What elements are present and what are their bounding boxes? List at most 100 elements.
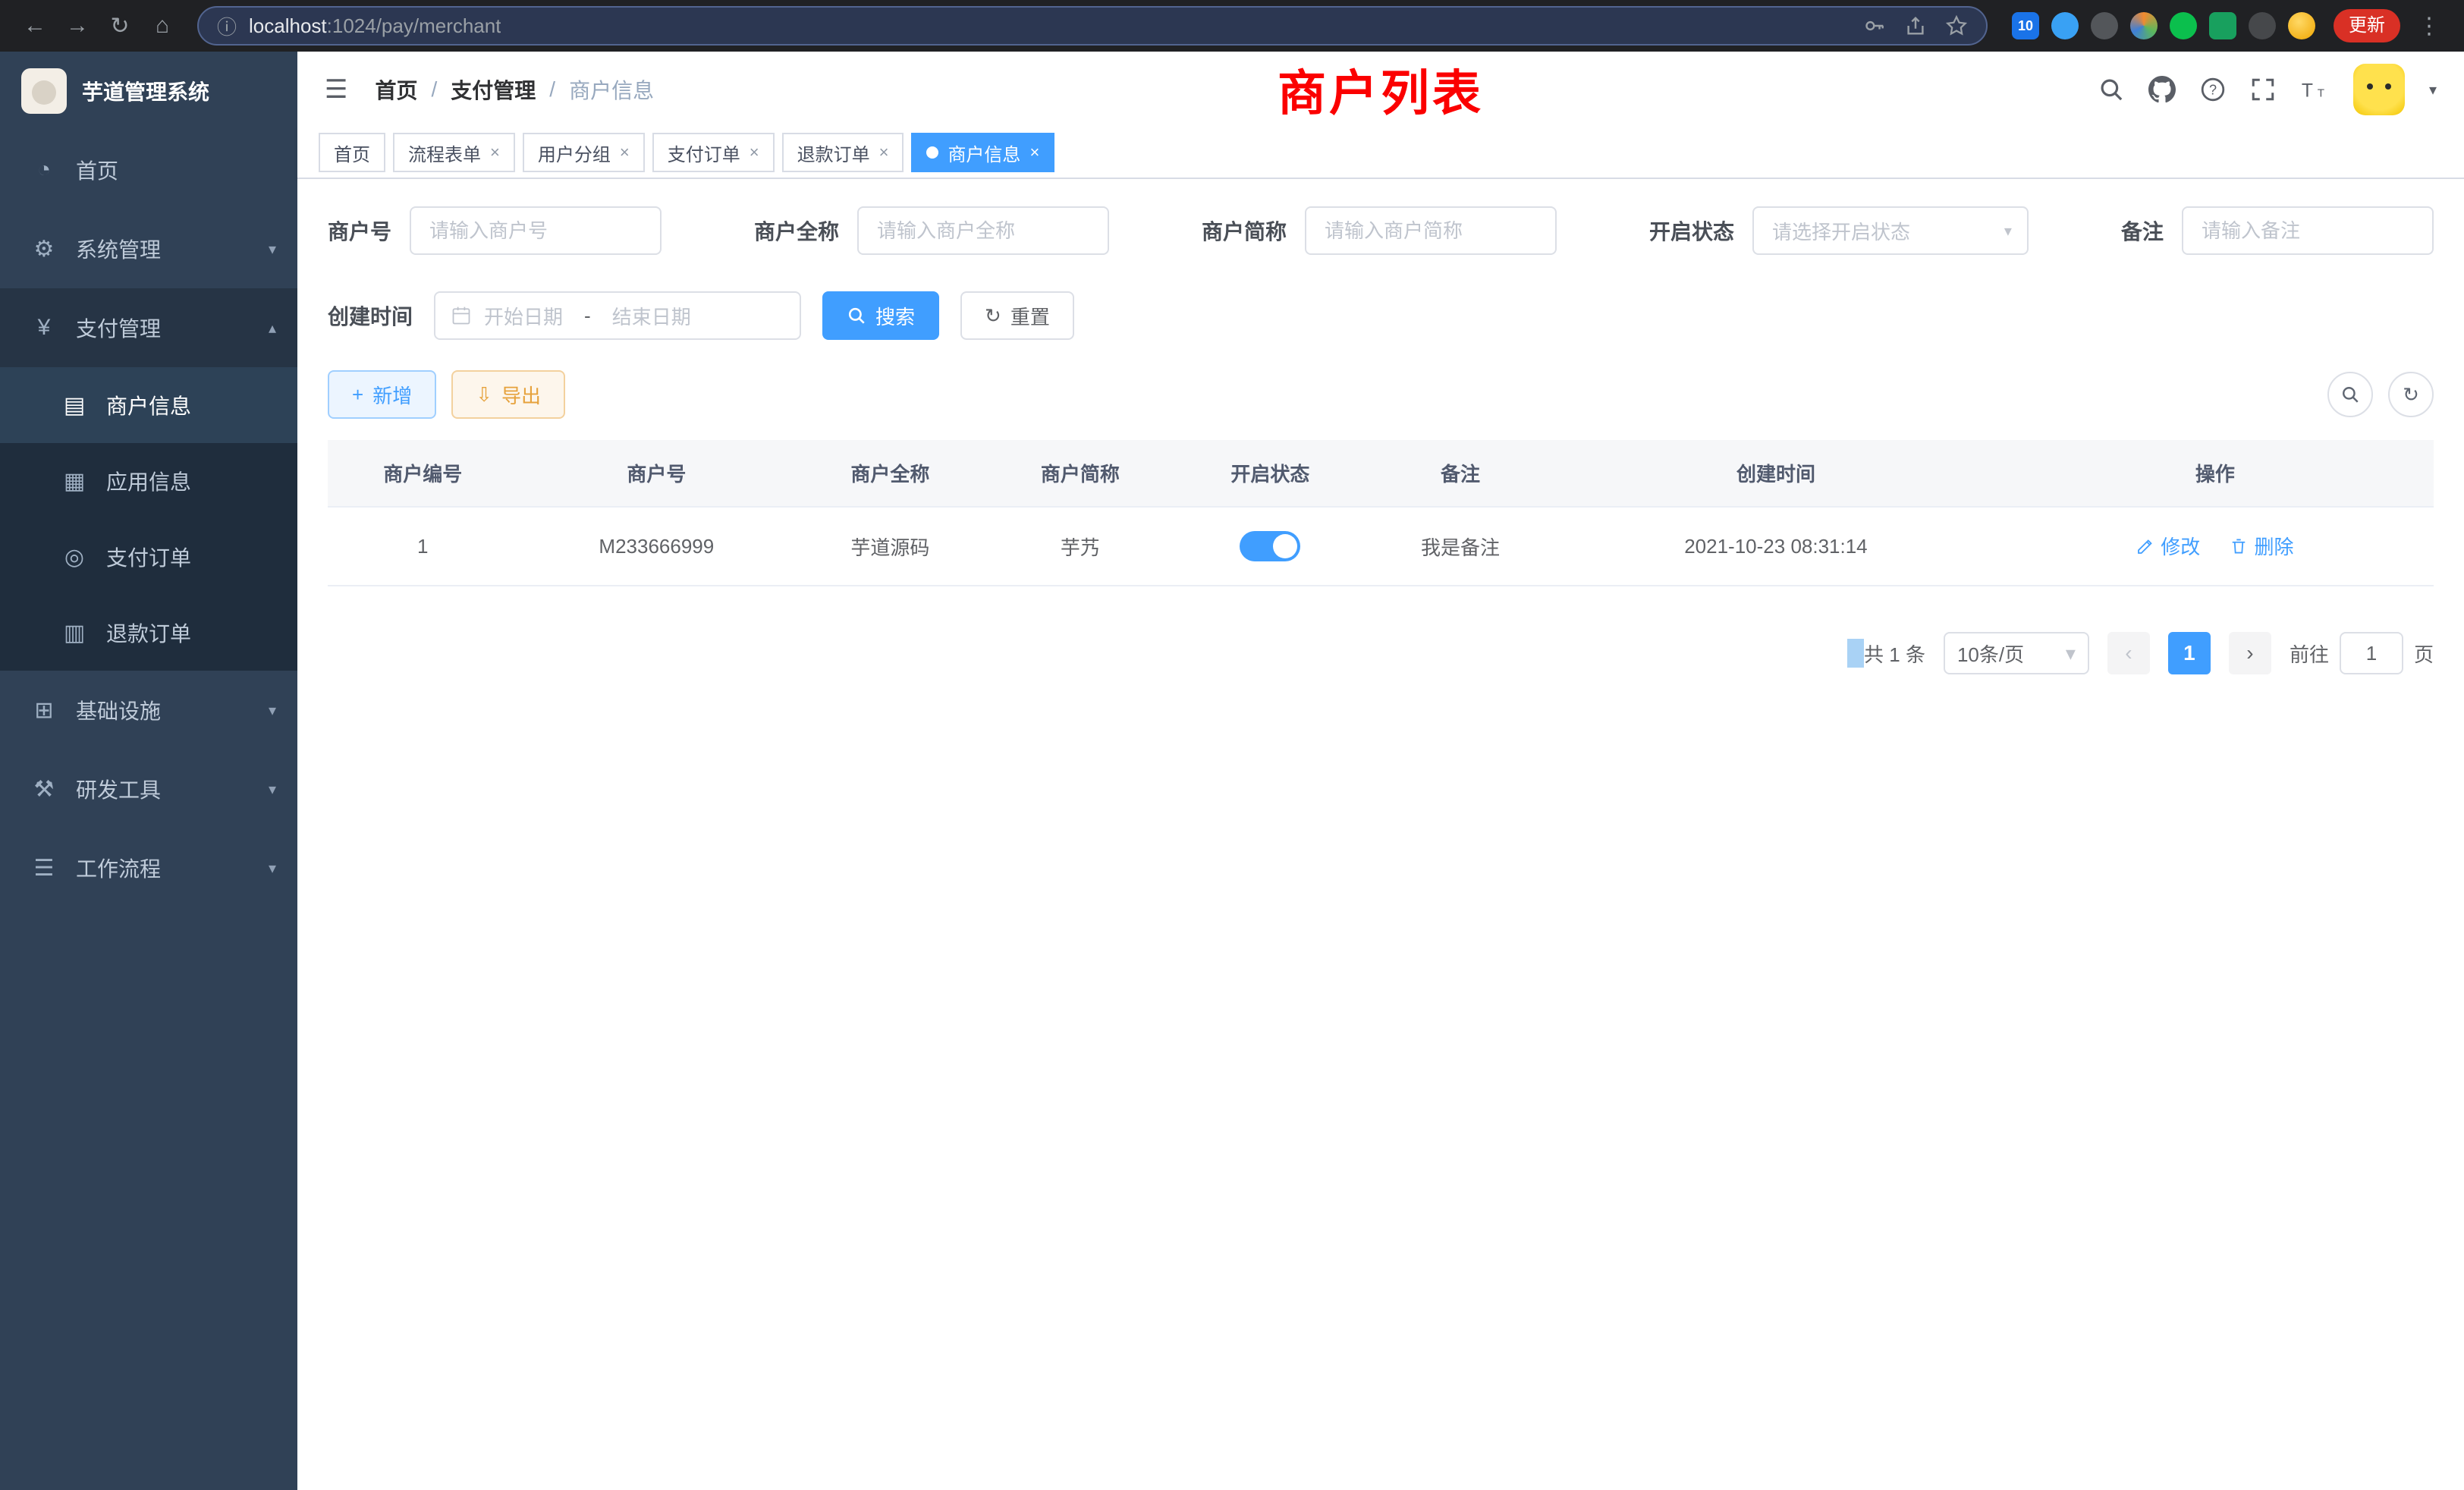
full-name-input[interactable] — [857, 206, 1109, 255]
share-icon[interactable] — [1904, 14, 1927, 37]
collapse-sidebar-icon[interactable]: ☰ — [325, 74, 347, 105]
url-bar[interactable]: ⓘ localhost:1024/pay/merchant — [197, 6, 1988, 46]
sidebar-item-system[interactable]: ⚙ 系统管理 ▾ — [0, 209, 297, 288]
filter-status: 开启状态 请选择开启状态 ▾ — [1649, 206, 2029, 255]
flow-icon: ☰ — [30, 855, 58, 882]
url-text: localhost:1024/pay/merchant — [249, 14, 501, 38]
filter-merchant-no: 商户号 — [328, 206, 662, 255]
extension-dark-icon[interactable] — [2249, 12, 2276, 39]
reset-button[interactable]: ↻ 重置 — [960, 291, 1074, 340]
close-tab-icon[interactable]: × — [620, 143, 630, 162]
svg-text:?: ? — [2209, 82, 2217, 97]
tab-pay-order[interactable]: 支付订单 × — [652, 133, 775, 172]
prev-page-button[interactable]: ‹ — [2107, 632, 2150, 674]
edit-link[interactable]: 修改 — [2136, 532, 2200, 560]
breadcrumb: 首页 / 支付管理 / 商户信息 — [375, 74, 654, 105]
sidebar-item-app-info[interactable]: ▦ 应用信息 — [0, 443, 297, 519]
github-icon[interactable] — [2148, 76, 2176, 103]
reload-icon[interactable]: ↻ — [100, 6, 140, 46]
search-icon — [847, 306, 866, 325]
remark-input[interactable] — [2182, 206, 2434, 255]
extension-orange-avatar-icon[interactable] — [2288, 12, 2315, 39]
tab-label: 退款订单 — [797, 140, 870, 166]
refresh-icon: ↻ — [985, 306, 1001, 325]
sidebar-item-label: 支付管理 — [76, 313, 161, 343]
page-info-icon[interactable]: ⓘ — [217, 12, 237, 40]
forward-icon[interactable]: → — [58, 6, 97, 46]
col-status-header: 开启状态 — [1175, 440, 1366, 507]
date-start-placeholder: 开始日期 — [484, 302, 563, 330]
user-avatar[interactable] — [2353, 64, 2405, 115]
show-search-toggle-button[interactable] — [2327, 372, 2373, 417]
tab-label: 支付订单 — [668, 140, 740, 166]
sidebar-item-infrastructure[interactable]: ⊞ 基础设施 ▾ — [0, 671, 297, 750]
key-icon[interactable] — [1863, 14, 1886, 37]
extension-badge-icon[interactable]: 10 — [2012, 12, 2039, 39]
page-size-select[interactable]: 10条/页 ▾ — [1944, 632, 2089, 674]
next-page-button[interactable]: › — [2229, 632, 2271, 674]
export-button-label: 导出 — [501, 381, 541, 409]
sidebar-item-pay-order[interactable]: ◎ 支付订单 — [0, 519, 297, 595]
sidebar-item-home[interactable]: ◔ 首页 — [0, 130, 297, 209]
home-icon[interactable]: ⌂ — [143, 6, 182, 46]
toolbar-row: + 新增 ⇩ 导出 ↻ — [328, 370, 2434, 419]
create-time-range-picker[interactable]: 开始日期 - 结束日期 — [434, 291, 801, 340]
refresh-table-button[interactable]: ↻ — [2388, 372, 2434, 417]
font-size-icon[interactable]: TT — [2300, 77, 2329, 102]
status-toggle[interactable] — [1240, 531, 1300, 561]
pagination: 共 1 条 10条/页 ▾ ‹ 1 › 前往 页 — [328, 632, 2434, 674]
close-tab-icon[interactable]: × — [490, 143, 500, 162]
tab-process-form[interactable]: 流程表单 × — [393, 133, 515, 172]
page-1-button[interactable]: 1 — [2168, 632, 2211, 674]
extension-drop-icon[interactable] — [2051, 12, 2079, 39]
tab-home[interactable]: 首页 — [319, 133, 385, 172]
cell-operation: 修改 删除 — [1997, 507, 2434, 586]
help-icon[interactable]: ? — [2200, 77, 2226, 102]
sidebar-item-refund-order[interactable]: ▥ 退款订单 — [0, 595, 297, 671]
search-icon[interactable] — [2098, 77, 2124, 102]
chevron-down-icon: ▾ — [2004, 222, 2012, 240]
page-size-value: 10条/页 — [1957, 640, 2024, 668]
breadcrumb-home[interactable]: 首页 — [375, 74, 417, 105]
extension-green-circle-icon[interactable] — [2170, 12, 2197, 39]
tab-user-group[interactable]: 用户分组 × — [523, 133, 645, 172]
browser-update-button[interactable]: 更新 — [2334, 9, 2400, 42]
close-tab-icon[interactable]: × — [750, 143, 759, 162]
sidebar-item-label: 工作流程 — [76, 853, 161, 883]
browser-menu-icon[interactable]: ⋮ — [2409, 6, 2449, 46]
pagination-total: 共 1 条 — [1864, 640, 1925, 668]
short-name-input[interactable] — [1305, 206, 1557, 255]
sidebar-item-merchant-info[interactable]: ▤ 商户信息 — [0, 367, 297, 443]
breadcrumb-pay[interactable]: 支付管理 — [451, 74, 536, 105]
close-tab-icon[interactable]: × — [1029, 143, 1039, 162]
export-button[interactable]: ⇩ 导出 — [451, 370, 565, 419]
close-tab-icon[interactable]: × — [879, 143, 889, 162]
bookmark-star-icon[interactable] — [1945, 14, 1968, 37]
add-button[interactable]: + 新增 — [328, 370, 436, 419]
back-icon[interactable]: ← — [15, 6, 55, 46]
logo[interactable]: 芋道管理系统 — [0, 52, 297, 130]
sidebar-item-pay[interactable]: ¥ 支付管理 ▴ — [0, 288, 297, 367]
status-select[interactable]: 请选择开启状态 ▾ — [1752, 206, 2029, 255]
goto-page-input[interactable] — [2340, 632, 2403, 674]
sidebar-item-workflow[interactable]: ☰ 工作流程 ▾ — [0, 828, 297, 907]
page-annotation: 商户列表 — [1278, 55, 1484, 124]
avatar-chevron-down-icon[interactable]: ▾ — [2429, 80, 2437, 99]
main-area: ☰ 首页 / 支付管理 / 商户信息 商户列表 ? — [297, 52, 2464, 1490]
extension-avatar-icon[interactable] — [2130, 12, 2158, 39]
sidebar-item-devtools[interactable]: ⚒ 研发工具 ▾ — [0, 750, 297, 828]
search-button[interactable]: 搜索 — [822, 291, 939, 340]
col-operation-header: 操作 — [1997, 440, 2434, 507]
page-unit-label: 页 — [2414, 640, 2434, 668]
extension-notes-icon[interactable] — [2209, 12, 2236, 39]
date-separator: - — [575, 304, 600, 328]
document-icon: ▥ — [61, 620, 88, 646]
tab-refund-order[interactable]: 退款订单 × — [782, 133, 904, 172]
toolbar-left: + 新增 ⇩ 导出 — [328, 370, 565, 419]
merchant-no-input[interactable] — [410, 206, 662, 255]
tab-merchant-info[interactable]: 商户信息 × — [911, 133, 1054, 172]
fullscreen-icon[interactable] — [2250, 77, 2276, 102]
extension-dark-circle-icon[interactable] — [2091, 12, 2118, 39]
delete-link[interactable]: 删除 — [2230, 532, 2293, 560]
chevron-down-icon: ▾ — [269, 240, 276, 259]
